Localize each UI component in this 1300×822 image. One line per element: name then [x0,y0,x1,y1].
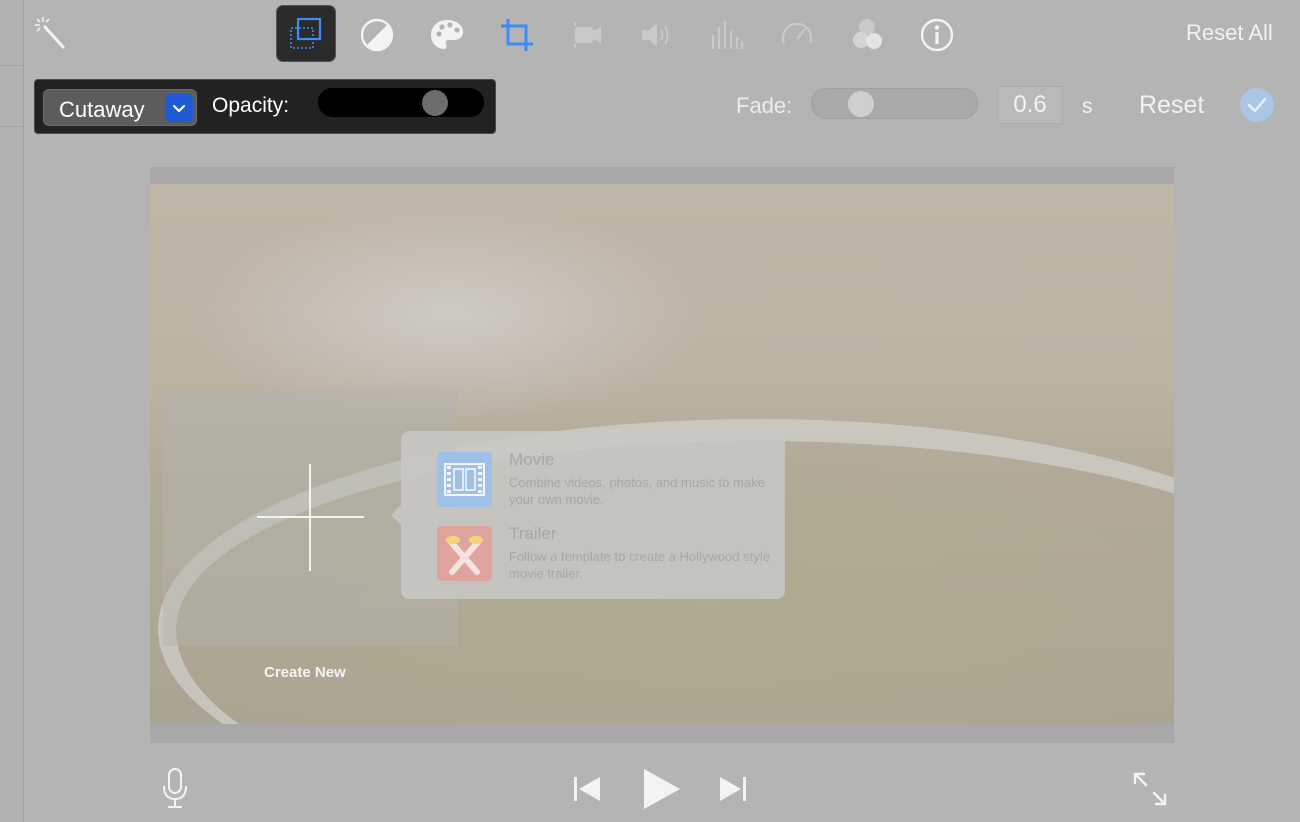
fade-duration-field[interactable]: 0.6 [997,86,1063,124]
movie-option-description: Combine videos, photos, and music to mak… [509,475,765,507]
stabilization-icon [564,12,610,58]
trailer-option-description: Follow a template to create a Hollywood … [509,549,770,581]
color-palette-icon[interactable] [424,12,470,58]
divider [0,65,23,66]
cutaway-settings-bar: Cutaway Opacity: [34,79,496,134]
equalizer-icon [704,12,750,58]
play-icon[interactable] [638,766,684,812]
fullscreen-icon[interactable] [1132,771,1168,807]
speed-icon [774,12,820,58]
skip-forward-icon[interactable] [716,772,750,806]
create-new-popover: Movie Combine videos, photos, and music … [391,431,785,599]
filter-icon [844,12,890,58]
magic-wand-icon[interactable] [28,10,74,56]
opacity-slider-thumb[interactable] [421,90,448,116]
reset-all-button[interactable]: Reset All [1186,20,1273,46]
trailer-option[interactable]: Trailer Follow a template to create a Ho… [437,524,777,582]
popover-arrow [391,505,401,525]
fade-slider[interactable] [811,88,978,119]
reset-button[interactable]: Reset [1139,91,1204,120]
overlay-mode-select[interactable]: Cutaway [43,89,197,126]
trailer-spotlight-icon [437,526,492,581]
fade-unit: s [1082,95,1093,118]
left-sidebar-edge [0,0,24,822]
volume-icon [634,12,680,58]
fade-slider-thumb[interactable] [848,91,875,117]
overlay-mode-value: Cutaway [59,97,145,122]
movie-option[interactable]: Movie Combine videos, photos, and music … [437,450,777,508]
cutaway-crop-icon[interactable] [276,5,336,62]
video-viewer: Create New Movie Combine videos, photos,… [150,184,1174,724]
movie-option-title: Movie [509,450,555,469]
plus-icon [309,464,311,571]
opacity-label: Opacity: [212,94,290,117]
checkmark-icon [1247,97,1267,113]
color-balance-icon[interactable] [354,12,400,58]
apply-checkmark-button[interactable] [1240,88,1274,122]
create-new-label: Create New [264,664,346,681]
opacity-slider[interactable] [318,88,484,117]
skip-back-icon[interactable] [570,772,604,806]
microphone-icon[interactable] [158,766,192,810]
chevron-down-icon[interactable] [165,94,193,122]
trailer-option-title: Trailer [509,524,557,543]
info-icon[interactable] [914,12,960,58]
crop-icon[interactable] [494,12,540,58]
film-strip-icon [437,452,492,507]
fade-label: Fade: [736,93,793,118]
divider [0,126,23,127]
